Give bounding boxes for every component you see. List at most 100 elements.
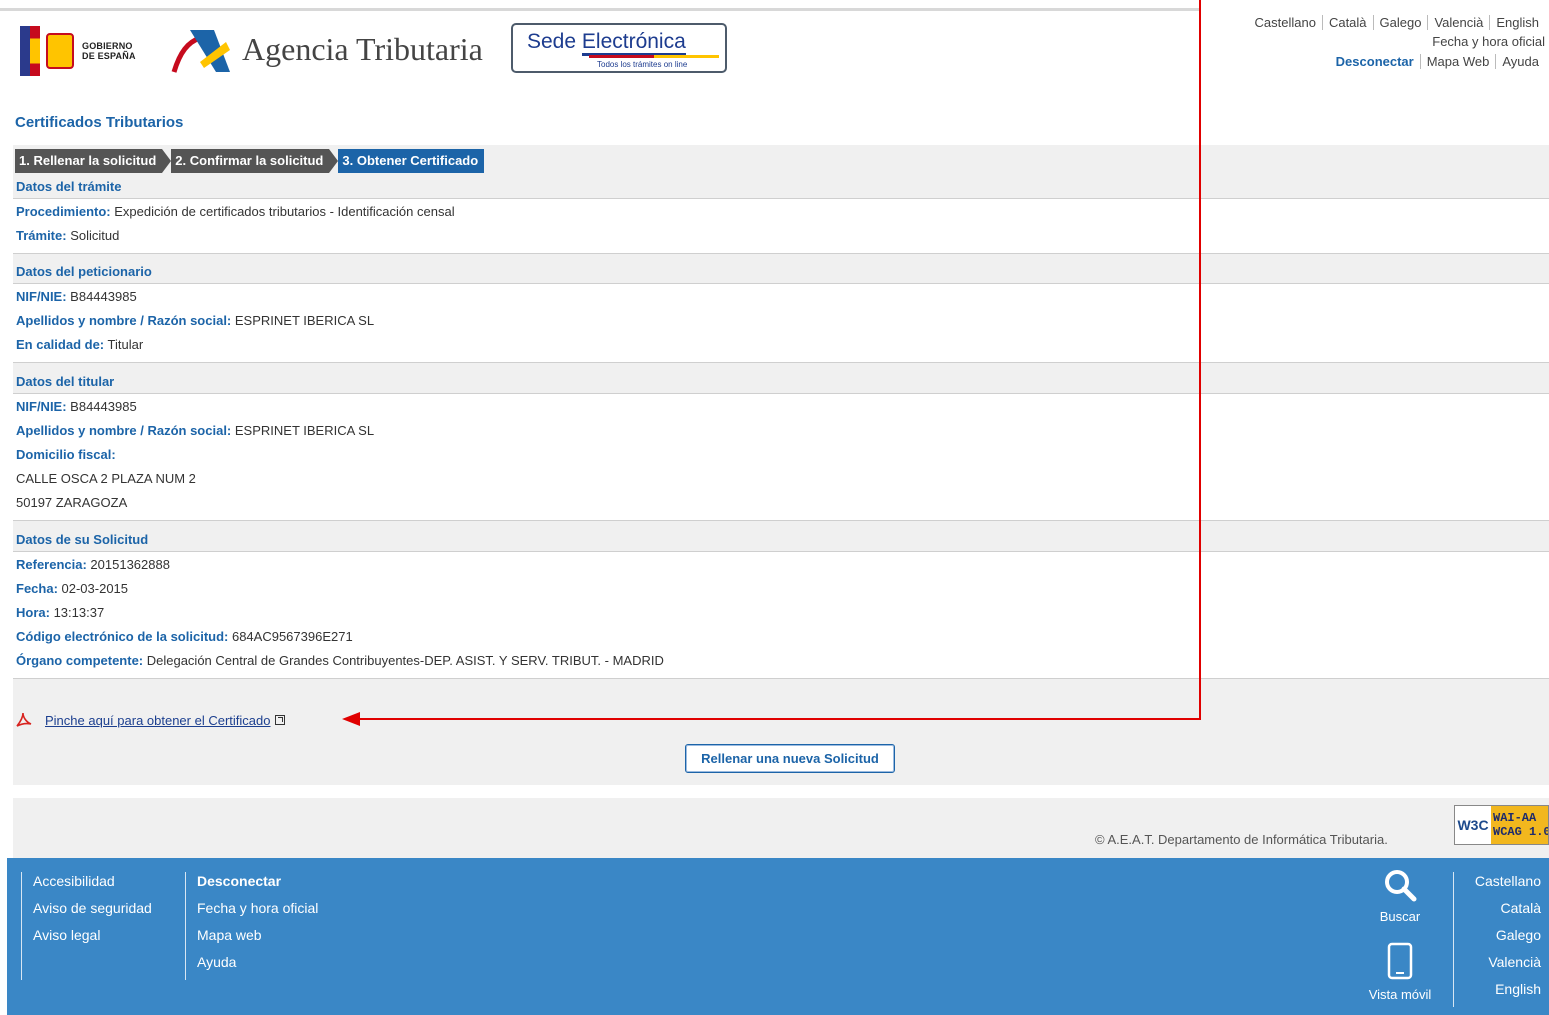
agencia-tributaria-logo[interactable]: Agencia Tributaria	[170, 22, 510, 76]
step-indicator: 1. Rellenar la solicitud 2. Confirmar la…	[15, 149, 485, 173]
data-row: En calidad de: Titular	[16, 334, 1549, 358]
ayuda-link[interactable]: Ayuda	[1495, 54, 1545, 69]
section-body: Procedimiento: Expedición de certificado…	[13, 198, 1549, 254]
data-row: Apellidos y nombre / Razón social: ESPRI…	[16, 310, 1549, 334]
step-separator-icon	[329, 149, 339, 173]
row-label: En calidad de:	[16, 337, 105, 352]
section-body: Referencia: 20151362888 Fecha: 02-03-201…	[13, 551, 1549, 679]
sede-electronica-logo[interactable]: Sede Electrónica Todos los trámites on l…	[511, 23, 727, 73]
data-row: NIF/NIE: B84443985	[16, 286, 1549, 310]
step-2: 2. Confirmar la solicitud	[171, 149, 330, 173]
footer-lang-english[interactable]: English	[1464, 980, 1541, 1007]
gobierno-text-line-1: GOBIERNO	[82, 41, 133, 51]
mapa-web-footer-link[interactable]: Mapa web	[197, 926, 318, 953]
gobierno-espana-logo[interactable]: GOBIERNO DE ESPAÑA	[20, 26, 154, 76]
sede-title-word-2: Electrónica	[581, 30, 686, 56]
section-datos-solicitud: Datos de su Solicitud Referencia: 201513…	[13, 529, 1549, 679]
row-value: 684AC9567396E271	[228, 629, 353, 644]
footer-language-selector: Castellano Català Galego Valencià Englis…	[1453, 872, 1541, 1007]
buscar-label: Buscar	[1379, 909, 1421, 924]
obtener-certificado-link[interactable]: Pinche aquí para obtener el Certificado	[45, 713, 270, 728]
w3c-wai-aa-badge[interactable]: W3C WAI-AA WCAG 1.0	[1454, 805, 1549, 845]
ayuda-footer-link[interactable]: Ayuda	[197, 953, 318, 980]
data-row: Procedimiento: Expedición de certificado…	[16, 201, 1549, 225]
data-row: NIF/NIE: B84443985	[16, 396, 1549, 420]
data-row: Código electrónico de la solicitud: 684A…	[16, 626, 1549, 650]
footer-lang-galego[interactable]: Galego	[1464, 926, 1541, 953]
vista-movil-label: Vista móvil	[1368, 987, 1432, 1002]
agency-name: Agencia Tributaria	[242, 30, 483, 67]
fecha-hora-footer-link[interactable]: Fecha y hora oficial	[197, 899, 318, 926]
lang-castellano[interactable]: Castellano	[1249, 15, 1322, 30]
row-label: Fecha:	[16, 581, 58, 596]
footer-column-1: Accesibilidad Aviso de seguridad Aviso l…	[21, 872, 152, 980]
row-value: Expedición de certificados tributarios -…	[110, 204, 455, 219]
row-label: NIF/NIE:	[16, 289, 67, 304]
aviso-legal-link[interactable]: Aviso legal	[33, 926, 152, 953]
data-row: Referencia: 20151362888	[16, 554, 1549, 578]
footer-top-band	[13, 798, 1549, 858]
data-row: Órgano competente: Delegación Central de…	[16, 650, 1549, 674]
row-label: Trámite:	[16, 228, 67, 243]
row-value: Titular	[104, 337, 144, 352]
accesibilidad-link[interactable]: Accesibilidad	[33, 872, 152, 899]
data-row: Fecha: 02-03-2015	[16, 578, 1549, 602]
lang-catala[interactable]: Català	[1321, 15, 1373, 30]
row-label: Órgano competente:	[16, 653, 144, 668]
section-datos-titular: Datos del titular NIF/NIE: B84443985 Ape…	[13, 371, 1549, 521]
buscar-button[interactable]: Buscar	[1367, 868, 1433, 924]
wai-aa-text: WAI-AA	[1493, 811, 1537, 825]
row-value: Delegación Central de Grandes Contribuye…	[143, 653, 664, 668]
vista-movil-button[interactable]: Vista móvil	[1357, 942, 1443, 1002]
mobile-phone-icon	[1387, 942, 1413, 980]
desconectar-link[interactable]: Desconectar	[1330, 54, 1420, 69]
gobierno-bar-icon	[20, 26, 30, 76]
gobierno-text: GOBIERNO DE ESPAÑA	[82, 41, 136, 61]
desconectar-footer-link[interactable]: Desconectar	[197, 872, 318, 899]
site-header: GOBIERNO DE ESPAÑA Agencia Tributaria Se…	[0, 0, 1549, 100]
site-footer: Accesibilidad Aviso de seguridad Aviso l…	[7, 858, 1549, 1015]
row-value: 20151362888	[86, 557, 170, 572]
row-value: B84443985	[66, 289, 137, 304]
lang-english[interactable]: English	[1489, 15, 1545, 30]
section-datos-tramite: Datos del trámite Procedimiento: Expedic…	[13, 176, 1549, 254]
row-label: NIF/NIE:	[16, 399, 67, 414]
row-label: Procedimiento:	[16, 204, 111, 219]
row-value: ESPRINET IBERICA SL	[231, 423, 375, 438]
pdf-link-row: Pinche aquí para obtener el Certificado	[15, 708, 286, 732]
mapa-web-link[interactable]: Mapa Web	[1419, 54, 1496, 69]
data-row: Apellidos y nombre / Razón social: ESPRI…	[16, 420, 1549, 444]
data-row: 50197 ZARAGOZA	[16, 492, 1549, 516]
row-label: Apellidos y nombre / Razón social:	[16, 313, 232, 328]
section-body: NIF/NIE: B84443985 Apellidos y nombre / …	[13, 393, 1549, 521]
data-row: Domicilio fiscal:	[16, 444, 1549, 468]
annotation-arrow-icon	[342, 712, 360, 726]
footer-lang-castellano[interactable]: Castellano	[1464, 872, 1541, 899]
section-title: Datos del peticionario	[13, 261, 1549, 283]
data-row: Trámite: Solicitud	[16, 225, 1549, 249]
section-title: Datos de su Solicitud	[13, 529, 1549, 551]
annotation-line-horizontal	[360, 718, 1201, 720]
row-label: Hora:	[16, 605, 50, 620]
row-value: 50197 ZARAGOZA	[16, 495, 128, 510]
aeat-mark-icon	[171, 30, 230, 73]
lang-valencia[interactable]: Valencià	[1427, 15, 1489, 30]
gobierno-text-line-2: DE ESPAÑA	[82, 51, 136, 61]
spain-flag-icon	[30, 26, 40, 76]
copyright: © A.E.A.T. Departamento de Informática T…	[1095, 832, 1388, 847]
fecha-hora-oficial-link[interactable]: Fecha y hora oficial	[1432, 34, 1545, 49]
section-title: Datos del trámite	[13, 176, 1549, 198]
row-label: Código electrónico de la solicitud:	[16, 629, 229, 644]
lang-galego[interactable]: Galego	[1372, 15, 1428, 30]
page-title: Certificados Tributarios	[15, 114, 184, 131]
annotation-line-vertical	[1199, 0, 1201, 720]
data-row: CALLE OSCA 2 PLAZA NUM 2	[16, 468, 1549, 492]
language-selector-top: Castellano Català Galego Valencià Englis…	[1249, 15, 1545, 30]
footer-lang-catala[interactable]: Català	[1464, 899, 1541, 926]
nueva-solicitud-button[interactable]: Rellenar una nueva Solicitud	[685, 744, 895, 773]
row-value: Solicitud	[66, 228, 120, 243]
aviso-seguridad-link[interactable]: Aviso de seguridad	[33, 899, 152, 926]
section-title: Datos del titular	[13, 371, 1549, 393]
row-value: B84443985	[66, 399, 137, 414]
footer-lang-valencia[interactable]: Valencià	[1464, 953, 1541, 980]
